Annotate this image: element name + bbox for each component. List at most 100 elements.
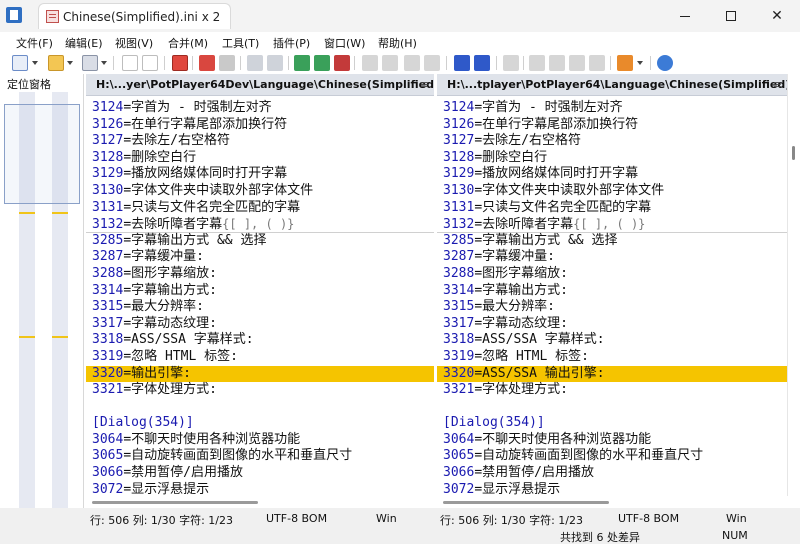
merge-icon[interactable] <box>199 55 215 71</box>
text-line[interactable]: 3126=在单行字幕尾部添加换行符 <box>86 117 434 134</box>
text-line[interactable]: 3065=自动旋转画面到图像的水平和垂直尺寸 <box>86 448 434 465</box>
text-line[interactable]: 3131=只读与文件名完全匹配的字幕 <box>437 200 787 217</box>
text-line[interactable]: 3318=ASS/SSA 字幕样式: <box>437 332 787 349</box>
text-line[interactable]: [Dialog(354)] <box>86 415 434 432</box>
maximize-button[interactable] <box>708 0 754 32</box>
text-line[interactable]: 3124=字首为 - 时强制左对齐 <box>86 100 434 117</box>
text-line[interactable]: 3315=最大分辨率: <box>86 299 434 316</box>
menu-help[interactable]: 帮助(H) <box>378 35 417 51</box>
text-line[interactable]: 3127=去除左/右空格符 <box>437 133 787 150</box>
options-icon[interactable] <box>617 55 633 71</box>
left-pane-menu-icon[interactable]: ≡ <box>420 78 429 91</box>
close-button[interactable]: ✕ <box>754 0 800 32</box>
open-folder-icon[interactable] <box>48 55 64 71</box>
text-line[interactable]: 3132=去除听障者字幕{[ ], ( )} <box>86 216 434 233</box>
chevron-down-icon[interactable] <box>637 61 643 65</box>
minimize-button[interactable] <box>662 0 708 32</box>
first-diff-icon[interactable] <box>334 55 350 71</box>
copy-to-left-icon[interactable] <box>267 55 283 71</box>
chevron-down-icon[interactable] <box>67 61 73 65</box>
text-line[interactable]: 3126=在单行字幕尾部添加换行符 <box>437 117 787 134</box>
print-icon[interactable] <box>172 55 188 71</box>
scroll-thumb[interactable] <box>443 501 609 504</box>
menu-tools[interactable]: 工具(T) <box>222 35 259 51</box>
right-horizontal-scrollbar[interactable] <box>437 496 787 508</box>
text-line[interactable]: 3320=ASS/SSA 输出引擎: <box>437 365 787 383</box>
menu-edit[interactable]: 编辑(E) <box>65 35 103 51</box>
text-line[interactable] <box>86 399 434 416</box>
text-line[interactable]: 3287=字幕缓冲量: <box>86 249 434 266</box>
menu-window[interactable]: 窗口(W) <box>324 35 365 51</box>
text-line[interactable]: 3319=忽略 HTML 标签: <box>437 349 787 366</box>
menu-file[interactable]: 文件(F) <box>16 35 53 51</box>
diff-left-icon[interactable] <box>382 55 398 71</box>
right-pane-menu-icon[interactable]: ≡ <box>773 78 782 91</box>
text-line[interactable]: 3066=禁用暂停/启用播放 <box>86 465 434 482</box>
text-line[interactable]: [Dialog(354)] <box>437 415 787 432</box>
text-line[interactable]: 3072=显示浮悬提示 <box>437 482 787 496</box>
text-line[interactable]: 3319=忽略 HTML 标签: <box>86 349 434 366</box>
text-line[interactable]: 3128=删除空白行 <box>437 150 787 167</box>
text-line[interactable]: 3320=输出引擎: <box>86 365 434 383</box>
text-line[interactable]: 3317=字幕动态纹理: <box>437 316 787 333</box>
first-icon[interactable] <box>529 55 545 71</box>
locator-viewport[interactable] <box>4 104 80 204</box>
right-editor-pane[interactable]: H:\...tplayer\PotPlayer64\Language\Chine… <box>437 74 787 496</box>
text-line[interactable]: 3127=去除左/右空格符 <box>86 133 434 150</box>
left-horizontal-scrollbar[interactable] <box>86 496 434 508</box>
chevron-down-icon[interactable] <box>101 61 107 65</box>
text-line[interactable]: 3072=显示浮悬提示 <box>86 482 434 496</box>
text-line[interactable]: 3124=字首为 - 时强制左对齐 <box>437 100 787 117</box>
text-line[interactable]: 3065=自动旋转画面到图像的水平和垂直尺寸 <box>437 448 787 465</box>
menu-plugins[interactable]: 插件(P) <box>273 35 310 51</box>
text-line[interactable]: 3285=字幕输出方式 && 选择 <box>86 233 434 250</box>
refresh-icon[interactable] <box>657 55 673 71</box>
prev-diff-icon[interactable] <box>314 55 330 71</box>
text-line[interactable]: 3130=字体文件夹中读取外部字体文件 <box>86 183 434 200</box>
locator-pane[interactable]: 定位窗格 <box>0 74 84 529</box>
text-line[interactable]: 3285=字幕输出方式 && 选择 <box>437 233 787 250</box>
text-line[interactable]: 3130=字体文件夹中读取外部字体文件 <box>437 183 787 200</box>
chevron-down-icon[interactable] <box>32 61 38 65</box>
diff-right-icon[interactable] <box>404 55 420 71</box>
left-editor-pane[interactable]: H:\...yer\PotPlayer64Dev\Language\Chines… <box>86 74 434 496</box>
text-line[interactable]: 3314=字幕输出方式: <box>86 283 434 300</box>
text-line[interactable]: 3066=禁用暂停/启用播放 <box>437 465 787 482</box>
text-line[interactable]: 3132=去除听障者字幕{[ ], ( )} <box>437 216 787 233</box>
redo-icon[interactable] <box>142 55 158 71</box>
save-icon[interactable] <box>82 55 98 71</box>
navigate-icon[interactable] <box>503 55 519 71</box>
text-line[interactable]: 3317=字幕动态纹理: <box>86 316 434 333</box>
new-file-icon[interactable] <box>12 55 28 71</box>
previous-icon[interactable] <box>549 55 565 71</box>
text-line[interactable]: 3288=图形字幕缩放: <box>437 266 787 283</box>
text-line[interactable]: 3321=字体处理方式: <box>437 382 787 399</box>
app-icon[interactable] <box>6 7 22 23</box>
text-line[interactable]: 3315=最大分辨率: <box>437 299 787 316</box>
scroll-thumb[interactable] <box>92 501 258 504</box>
copy-all-right-icon[interactable] <box>454 55 470 71</box>
copy-all-left-icon[interactable] <box>474 55 490 71</box>
text-line[interactable]: 3314=字幕输出方式: <box>437 283 787 300</box>
next-diff-icon[interactable] <box>294 55 310 71</box>
text-line[interactable]: 3288=图形字幕缩放: <box>86 266 434 283</box>
diff-all-icon[interactable] <box>424 55 440 71</box>
text-line[interactable]: 3287=字幕缓冲量: <box>437 249 787 266</box>
text-line[interactable]: 3318=ASS/SSA 字幕样式: <box>86 332 434 349</box>
document-tab[interactable]: Chinese(Simplified).ini x 2 <box>38 3 232 29</box>
text-line[interactable]: 3128=删除空白行 <box>86 150 434 167</box>
text-line[interactable]: 3321=字体处理方式: <box>86 382 434 399</box>
text-line[interactable]: 3129=播放网络媒体同时打开字幕 <box>437 166 787 183</box>
menu-merge[interactable]: 合并(M) <box>168 35 208 51</box>
compare-icon[interactable] <box>219 55 235 71</box>
last-diff-icon[interactable] <box>362 55 378 71</box>
scroll-thumb[interactable] <box>792 146 795 160</box>
text-line[interactable]: 3064=不聊天时使用各种浏览器功能 <box>437 432 787 449</box>
text-line[interactable]: 3129=播放网络媒体同时打开字幕 <box>86 166 434 183</box>
undo-icon[interactable] <box>122 55 138 71</box>
next-icon[interactable] <box>569 55 585 71</box>
text-line[interactable]: 3131=只读与文件名完全匹配的字幕 <box>86 200 434 217</box>
menu-view[interactable]: 视图(V) <box>115 35 153 51</box>
text-line[interactable] <box>437 399 787 416</box>
text-line[interactable]: 3064=不聊天时使用各种浏览器功能 <box>86 432 434 449</box>
